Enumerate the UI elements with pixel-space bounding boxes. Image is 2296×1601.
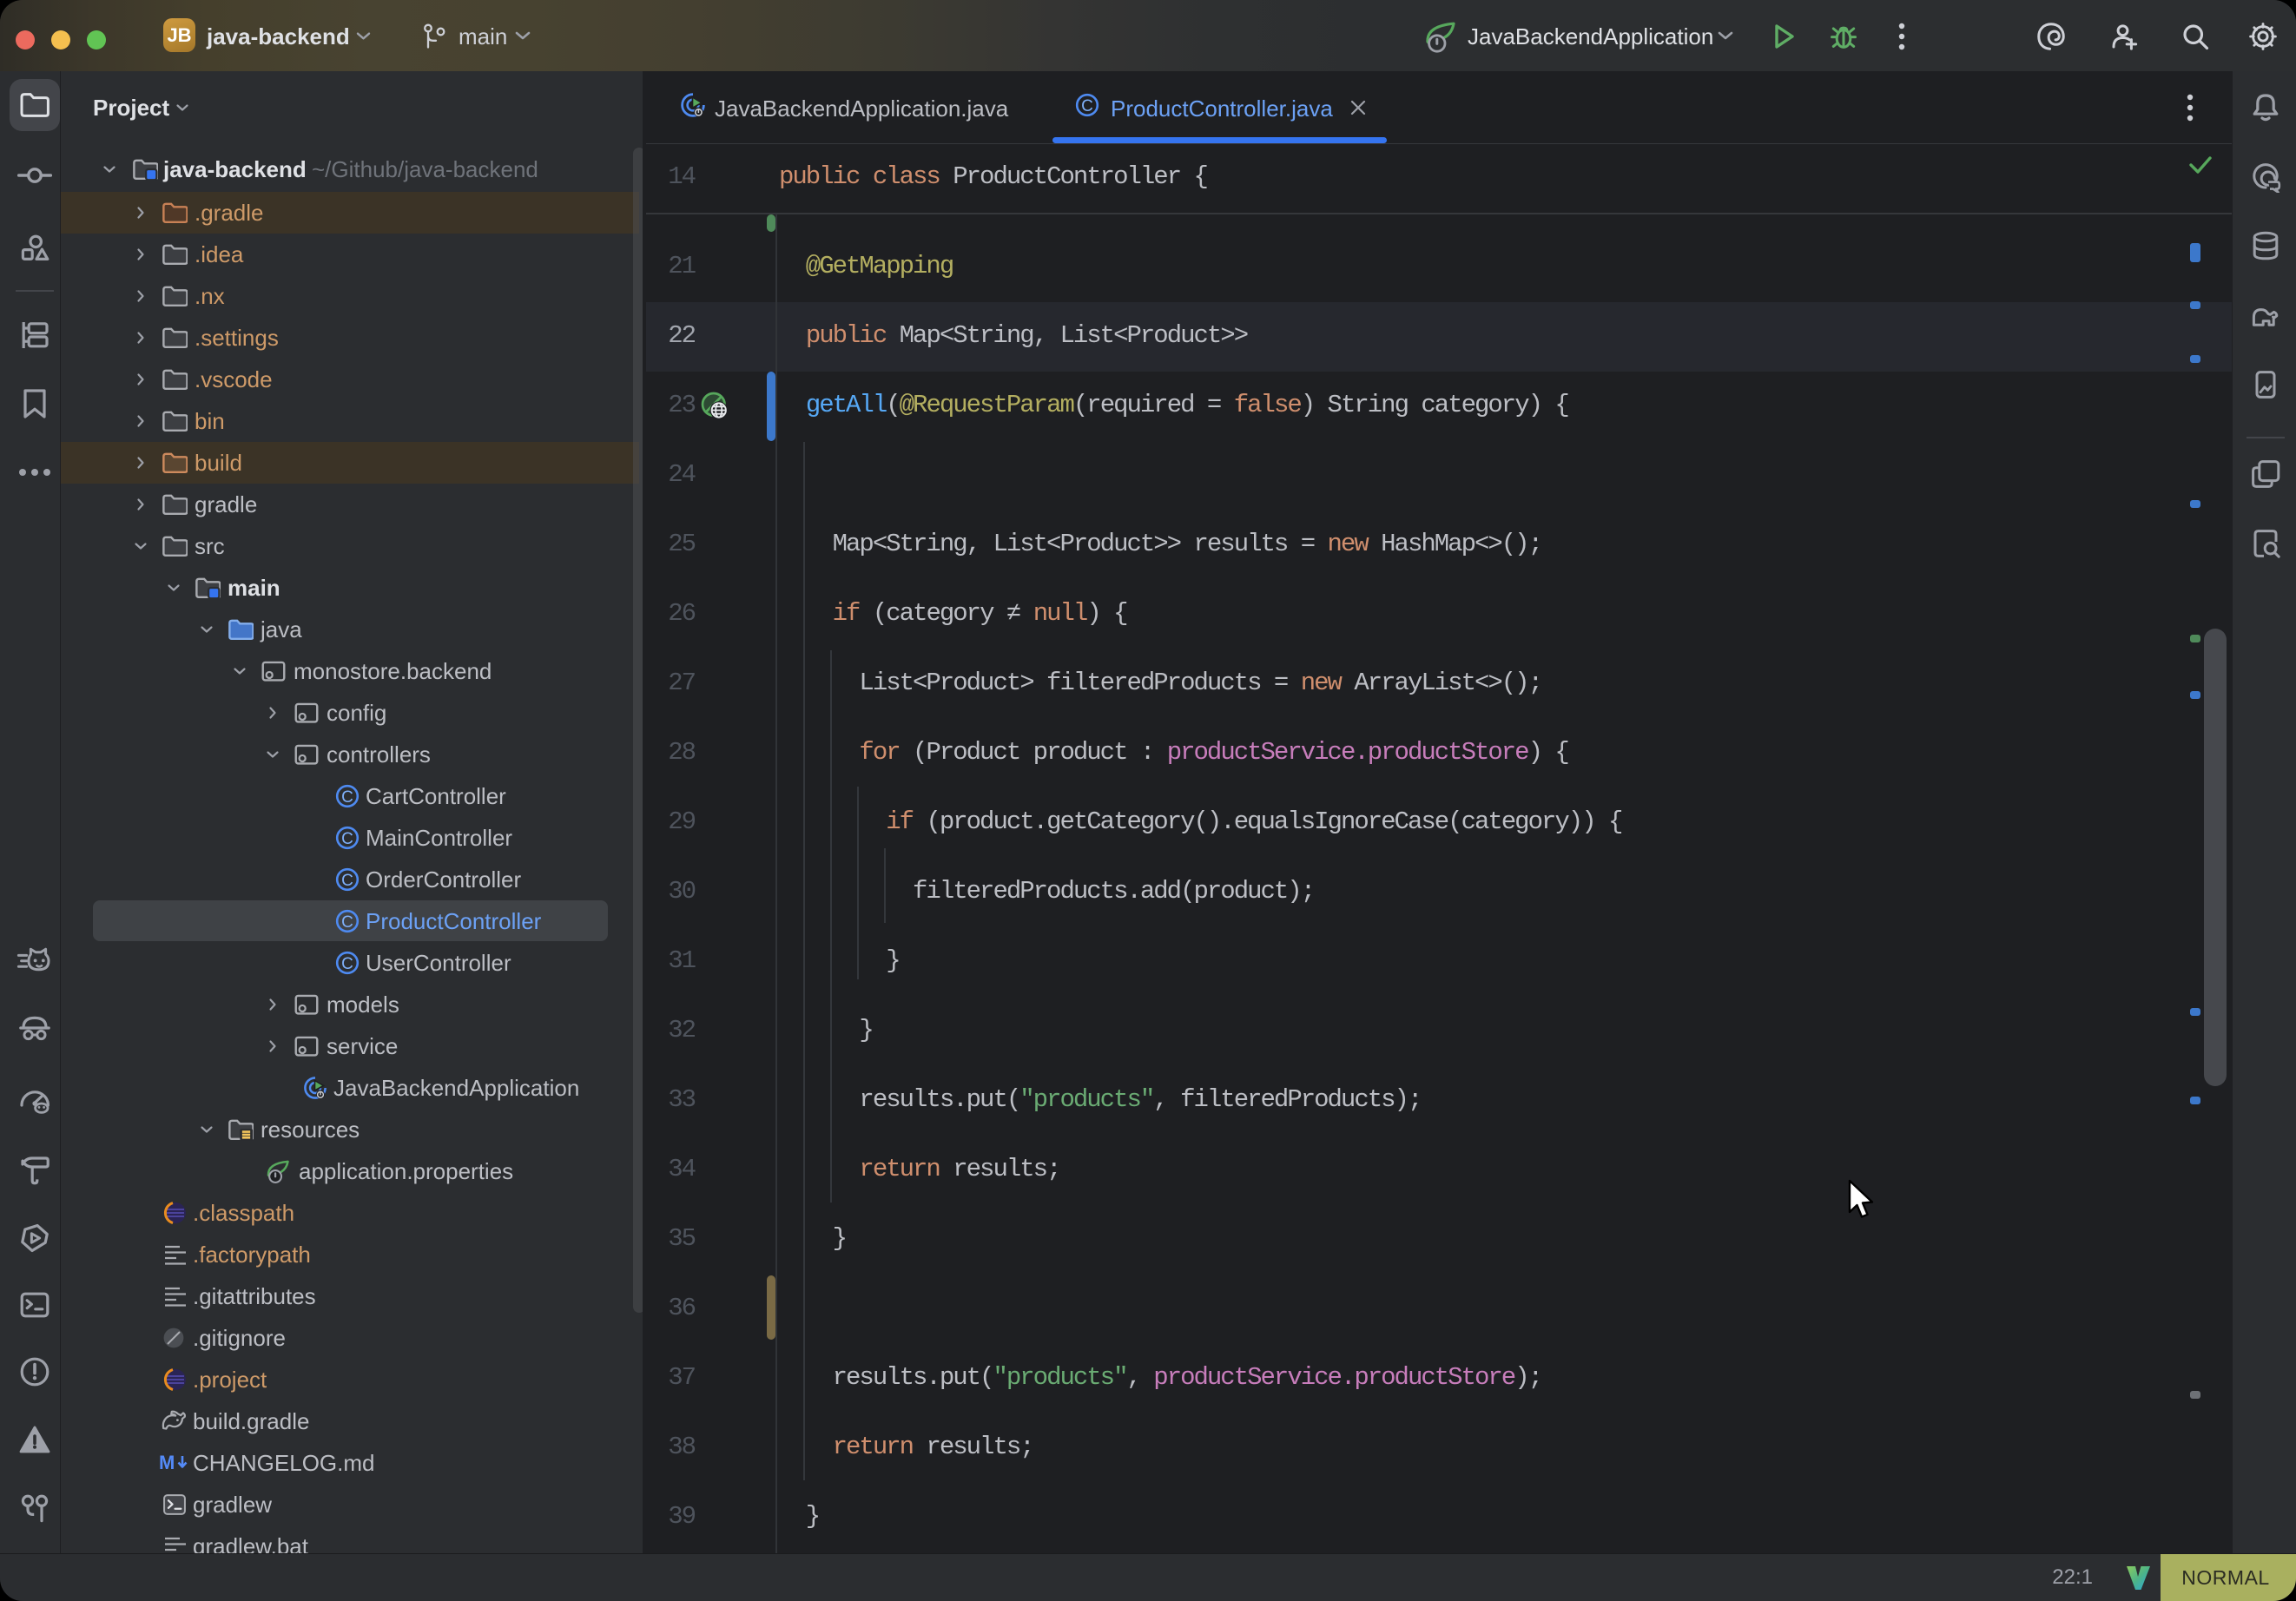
svg-text:M: M <box>159 1453 175 1473</box>
svg-text:C: C <box>341 955 353 973</box>
svg-text:C: C <box>341 872 353 890</box>
svg-text:C: C <box>1081 97 1093 115</box>
svg-text:C: C <box>341 830 353 848</box>
svg-text:C: C <box>341 913 353 932</box>
svg-text:C: C <box>341 788 353 807</box>
